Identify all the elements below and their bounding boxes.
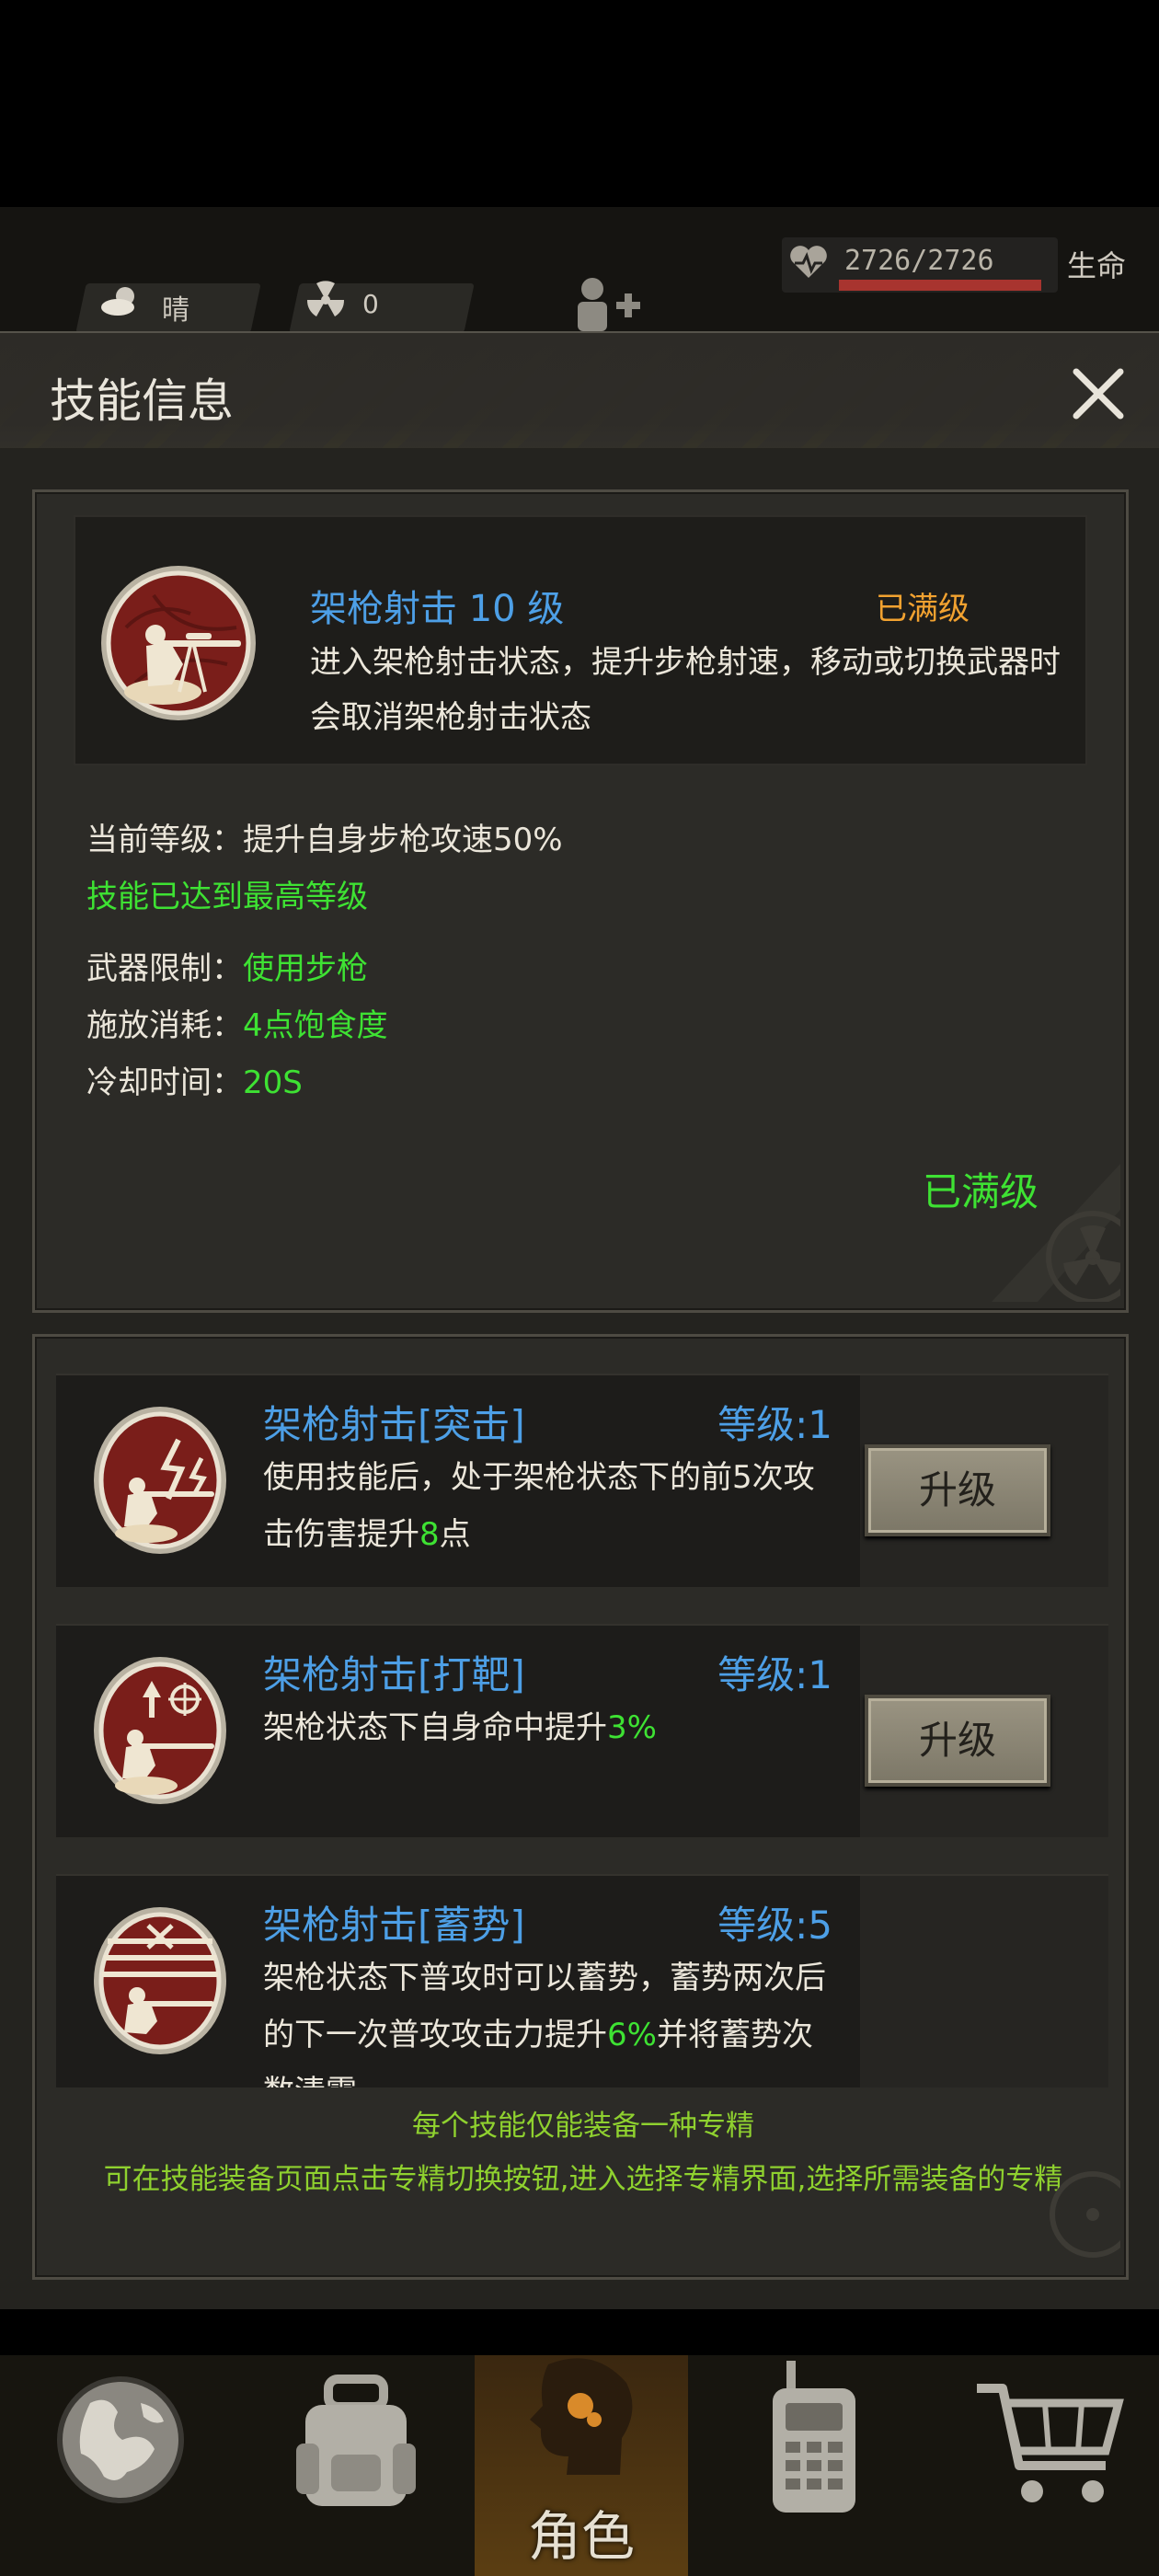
weapon-limit-value: 使用步枪 bbox=[243, 950, 368, 987]
cast-cost-value: 4点饱食度 bbox=[243, 1007, 388, 1044]
hp-bar-fill bbox=[839, 280, 1041, 291]
weather-icon bbox=[101, 287, 134, 316]
spec-name: 架枪射击[蓄势] bbox=[263, 1903, 525, 1948]
spec-level: 等级:1 bbox=[717, 1652, 832, 1697]
nav-inventory[interactable] bbox=[250, 2355, 464, 2576]
current-level-label: 当前等级： bbox=[86, 822, 243, 858]
spec-maxed-status: 已满级 bbox=[923, 1169, 1039, 1214]
spec-desc-text: 架枪状态下自身命中提升 bbox=[263, 1709, 607, 1746]
skill-info-dialog: 技能信息 架枪射击 10 级 已满级 进入架枪射击状态，提升步枪射速，移动或切换… bbox=[0, 331, 1159, 2309]
radiation-icon bbox=[306, 281, 345, 316]
cooldown-line: 冷却时间：20S bbox=[86, 1057, 303, 1102]
cooldown-label: 冷却时间： bbox=[86, 1064, 243, 1101]
current-level-line: 当前等级：提升自身步枪攻速50% bbox=[86, 814, 563, 859]
weapon-limit-line: 武器限制：使用步枪 bbox=[86, 943, 368, 988]
radiation-value: 0 bbox=[362, 289, 379, 319]
spec-level: 等级:1 bbox=[717, 1402, 832, 1447]
nav-character[interactable]: 角色 bbox=[475, 2355, 688, 2576]
spec-desc-highlight: 3% bbox=[607, 1709, 657, 1746]
spec-row-charge: 架枪射击[蓄势] 等级:5 架枪状态下普攻时可以蓄势，蓄势两次后的下一次普攻攻击… bbox=[56, 1874, 1108, 2087]
spec-name: 架枪射击[突击] bbox=[263, 1402, 525, 1447]
spec-desc-highlight: 6% bbox=[607, 2017, 657, 2053]
radio-icon bbox=[773, 2361, 855, 2513]
close-icon[interactable] bbox=[1069, 364, 1128, 423]
spec-desc-text: 点 bbox=[439, 1516, 471, 1553]
nav-radio[interactable] bbox=[708, 2355, 922, 2576]
sniper-skill-icon bbox=[101, 566, 256, 720]
max-level-notice: 技能已达到最高等级 bbox=[86, 879, 368, 915]
bottom-nav: 角色 bbox=[0, 2355, 1159, 2576]
assault-spec-icon bbox=[94, 1407, 226, 1554]
weapon-limit-label: 武器限制： bbox=[86, 950, 243, 987]
note-line-2: 可在技能装备页面点击专精切换按钮,进入选择专精界面,选择所需装备的专精 bbox=[103, 2163, 1063, 2196]
skill-name: 架枪射击 10 级 bbox=[310, 588, 565, 630]
nav-shop[interactable] bbox=[938, 2355, 1152, 2576]
hp-value: 2726/2726 bbox=[844, 245, 994, 277]
dialog-title: 技能信息 bbox=[50, 374, 234, 428]
character-icon bbox=[530, 2358, 633, 2475]
spec-description: 使用技能后，处于架枪状态下的前5次攻击伤害提升8点 bbox=[263, 1449, 843, 1563]
radiation-watermark-icon bbox=[1050, 2171, 1120, 2258]
spec-level: 等级:5 bbox=[717, 1903, 832, 1948]
note-line-1: 每个技能仅能装备一种专精 bbox=[412, 2110, 754, 2143]
weather-text: 晴 bbox=[162, 294, 189, 327]
backpack-icon bbox=[296, 2375, 416, 2506]
hp-label: 生命 bbox=[1067, 248, 1127, 283]
charge-spec-icon bbox=[94, 1907, 226, 2054]
spec-action-area bbox=[860, 1876, 1108, 2087]
nav-character-label: 角色 bbox=[527, 2505, 635, 2568]
cast-cost-label: 施放消耗： bbox=[86, 1007, 243, 1044]
spec-description: 架枪状态下普攻时可以蓄势，蓄势两次后的下一次普攻攻击力提升6%并将蓄势次数清零 bbox=[263, 1949, 843, 2087]
specialization-panel: 架枪射击[突击] 等级:1 使用技能后，处于架枪状态下的前5次攻击伤害提升8点 … bbox=[32, 1334, 1129, 2280]
add-character-icon[interactable] bbox=[570, 276, 653, 331]
nav-map[interactable] bbox=[11, 2355, 224, 2576]
spec-description: 架枪状态下自身命中提升3% bbox=[263, 1699, 843, 1756]
upgrade-button-target[interactable]: 升级 bbox=[865, 1695, 1050, 1787]
skill-header-card: 架枪射击 10 级 已满级 进入架枪射击状态，提升步枪射速，移动或切换武器时会取… bbox=[74, 515, 1087, 765]
upgrade-button-assault[interactable]: 升级 bbox=[865, 1444, 1050, 1536]
spec-name: 架枪射击[打靶] bbox=[263, 1652, 525, 1697]
cast-cost-line: 施放消耗：4点饱食度 bbox=[86, 1000, 388, 1045]
current-level-value: 提升自身步枪攻速50% bbox=[243, 822, 563, 858]
globe-icon bbox=[57, 2376, 184, 2503]
cart-icon bbox=[977, 2384, 1124, 2502]
target-spec-icon bbox=[94, 1657, 226, 1804]
skill-max-status: 已满级 bbox=[876, 591, 970, 627]
cooldown-value: 20S bbox=[243, 1064, 303, 1101]
spec-desc-highlight: 8 bbox=[419, 1516, 440, 1553]
skill-description: 进入架枪射击状态，提升步枪射速，移动或切换武器时会取消架枪射击状态 bbox=[310, 644, 1061, 736]
spec-desc-text: 使用技能后，处于架枪状态下的前5次攻击伤害提升 bbox=[263, 1459, 815, 1553]
heart-icon bbox=[790, 246, 827, 278]
